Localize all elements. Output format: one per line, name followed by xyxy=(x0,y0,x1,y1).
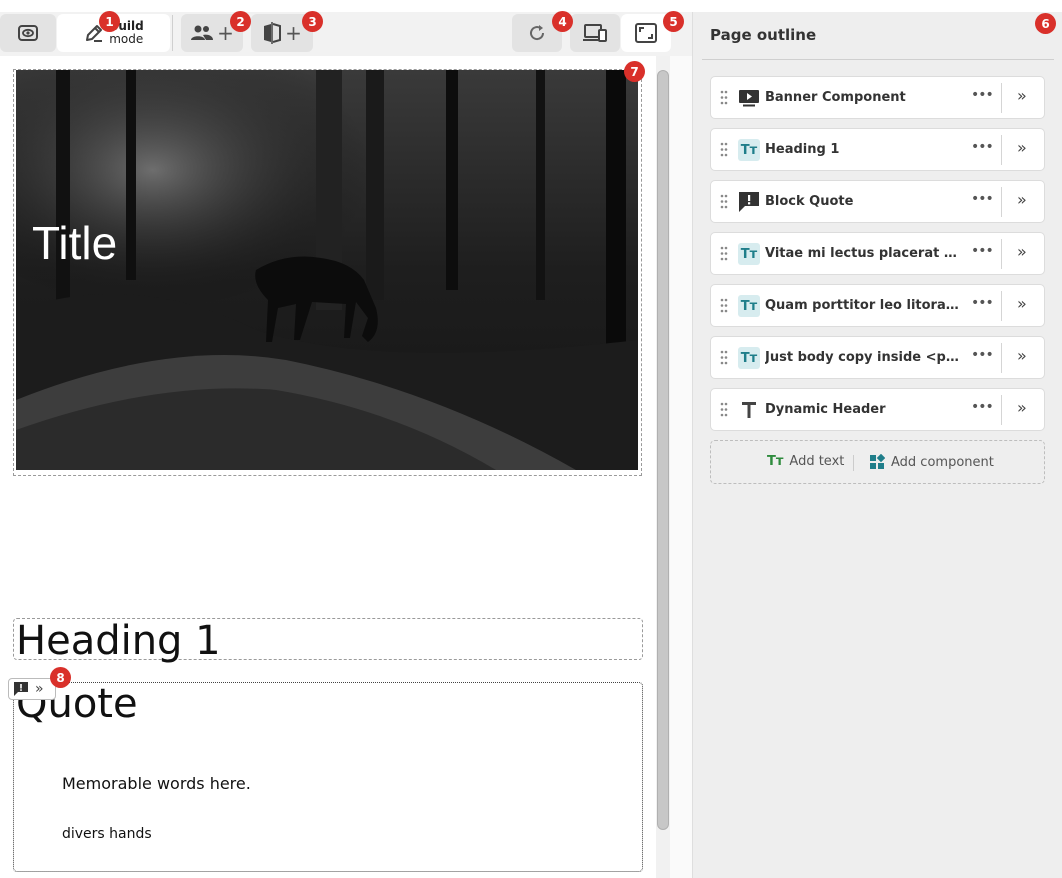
top-band xyxy=(0,0,1062,12)
badge-2: 2 xyxy=(230,11,251,32)
text-icon: Tт xyxy=(738,139,760,161)
add-text-button[interactable]: Tт Add text xyxy=(767,454,844,469)
plus-sign: + xyxy=(285,21,302,45)
people-icon xyxy=(191,25,214,40)
expand-chevron-icon[interactable]: » xyxy=(1017,346,1027,365)
badge-3: 3 xyxy=(302,11,323,32)
outline-item-text-quam[interactable]: Tт Quam porttitor leo litora clas... •••… xyxy=(710,284,1045,327)
drag-handle-icon[interactable] xyxy=(720,90,728,105)
drag-handle-icon[interactable] xyxy=(720,194,728,209)
quote-words[interactable]: Memorable words here. xyxy=(62,774,251,793)
text-icon: Tт xyxy=(738,295,760,317)
outline-item-text-body-copy[interactable]: Tт Just body copy inside <p></p>... ••• … xyxy=(710,336,1045,379)
add-component-label: Add component xyxy=(891,454,994,470)
add-component-button[interactable]: Add component xyxy=(869,454,994,470)
panel-title: Page outline xyxy=(710,26,817,44)
outline-item-text-vitae[interactable]: Tт Vitae mi lectus placerat erat l... ••… xyxy=(710,232,1045,275)
more-options-icon[interactable]: ••• xyxy=(971,295,994,311)
item-divider xyxy=(1001,135,1002,165)
split-compare-icon xyxy=(264,22,282,44)
outline-item-label: Quam porttitor leo litora clas... xyxy=(765,298,963,313)
refresh-icon xyxy=(530,25,545,41)
drag-handle-icon[interactable] xyxy=(720,402,728,417)
component-mini-toolbar[interactable]: » xyxy=(8,678,56,700)
banner-forest-horse-image xyxy=(16,70,638,470)
item-divider xyxy=(1001,83,1002,113)
expand-chevron-icon[interactable]: » xyxy=(1017,190,1027,209)
badge-5: 5 xyxy=(663,11,684,32)
drag-handle-icon[interactable] xyxy=(720,142,728,157)
badge-4: 4 xyxy=(552,11,573,32)
badge-7: 7 xyxy=(624,61,645,82)
quote-icon xyxy=(738,191,760,213)
item-divider xyxy=(1001,239,1002,269)
item-divider xyxy=(1001,291,1002,321)
outline-item-label: Block Quote xyxy=(765,194,854,209)
build-mode-subtitle: mode xyxy=(109,32,144,46)
text-icon: Tт xyxy=(738,243,760,265)
quote-citation[interactable]: divers hands xyxy=(62,826,152,842)
quote-icon[interactable] xyxy=(13,681,29,697)
heading-text[interactable]: Heading 1 xyxy=(16,618,221,664)
banner-icon xyxy=(738,87,760,109)
badge-8: 8 xyxy=(50,667,71,688)
badge-1: 1 xyxy=(99,11,120,32)
outline-item-label: Heading 1 xyxy=(765,142,840,157)
expand-chevron-icon[interactable]: » xyxy=(1017,294,1027,313)
outline-item-dynamic-header[interactable]: Dynamic Header ••• » xyxy=(710,388,1045,431)
drag-handle-icon[interactable] xyxy=(720,246,728,261)
preview-mode-button[interactable] xyxy=(0,14,56,52)
heading-component[interactable]: Heading 1 xyxy=(13,618,643,664)
item-divider xyxy=(1001,187,1002,217)
banner-title[interactable]: Title xyxy=(32,216,117,270)
expand-chevron-icon[interactable]: » xyxy=(1017,398,1027,417)
text-icon: Tт xyxy=(738,347,760,369)
expand-chevron-icon[interactable]: » xyxy=(1017,86,1027,105)
more-options-icon[interactable]: ••• xyxy=(971,347,994,363)
badge-6: 6 xyxy=(1035,13,1056,34)
outline-item-label: Banner Component xyxy=(765,90,906,105)
eye-icon xyxy=(18,25,38,41)
page-canvas[interactable]: Title Heading 1 Quote Memorable words he… xyxy=(0,56,656,878)
device-preview-button[interactable] xyxy=(570,14,620,52)
expand-chevron-icon[interactable]: » xyxy=(1017,138,1027,157)
more-options-icon[interactable]: ••• xyxy=(971,243,994,259)
outline-item-label: Dynamic Header xyxy=(765,402,886,417)
add-component-icon xyxy=(870,454,885,469)
fullscreen-icon xyxy=(635,23,657,43)
more-options-icon[interactable]: ••• xyxy=(971,139,994,155)
add-text-label: Add text xyxy=(789,454,845,469)
item-divider xyxy=(1001,395,1002,425)
outline-item-heading-1[interactable]: Tт Heading 1 ••• » xyxy=(710,128,1045,171)
page-canvas-area: Title Heading 1 Quote Memorable words he… xyxy=(0,56,692,878)
add-content-bar: Tт Add text Add component xyxy=(710,440,1045,484)
banner-component[interactable]: Title xyxy=(13,69,642,476)
drag-handle-icon[interactable] xyxy=(720,350,728,365)
block-quote-component[interactable]: Quote Memorable words here. divers hands xyxy=(13,681,643,872)
panel-divider xyxy=(702,59,1054,60)
more-options-icon[interactable]: ••• xyxy=(971,399,994,415)
toolbar-divider xyxy=(172,15,173,51)
scrollbar-thumb[interactable] xyxy=(657,70,669,830)
outline-item-block-quote[interactable]: Block Quote ••• » xyxy=(710,180,1045,223)
more-options-icon[interactable]: ••• xyxy=(971,191,994,207)
add-text-icon: Tт xyxy=(767,454,784,469)
outline-item-banner[interactable]: Banner Component ••• » xyxy=(710,76,1045,119)
expand-chevron-icon[interactable]: » xyxy=(35,681,44,697)
expand-chevron-icon[interactable]: » xyxy=(1017,242,1027,261)
outline-item-label: Just body copy inside <p></p>... xyxy=(765,350,963,365)
item-divider xyxy=(1001,343,1002,373)
outline-item-label: Vitae mi lectus placerat erat l... xyxy=(765,246,963,261)
page-outline-panel: Page outline Banner Component ••• » Tт H… xyxy=(692,12,1062,878)
add-divider xyxy=(853,455,854,471)
more-options-icon[interactable]: ••• xyxy=(971,87,994,103)
header-icon xyxy=(738,399,760,421)
devices-icon xyxy=(583,24,607,42)
drag-handle-icon[interactable] xyxy=(720,298,728,313)
